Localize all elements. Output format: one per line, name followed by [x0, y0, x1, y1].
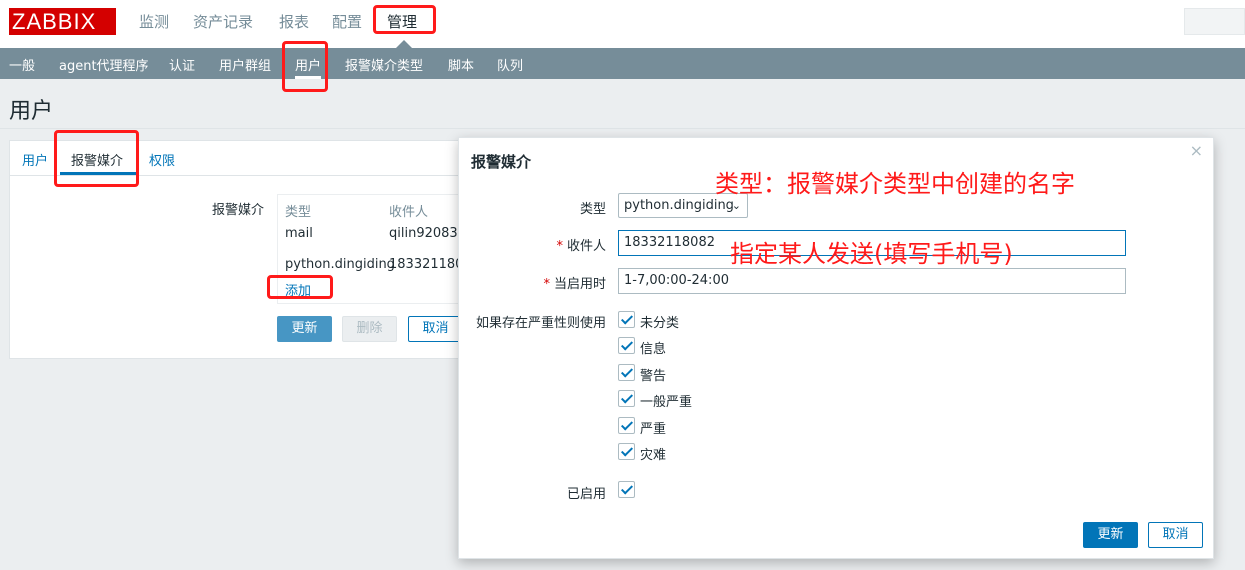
sub-menu: 一般 agent代理程序 认证 用户群组 用户 报警媒介类型 脚本 队列: [0, 48, 1245, 79]
recipient-label-text: 收件人: [566, 239, 606, 254]
severity-checkbox-information[interactable]: [618, 337, 635, 354]
enabled-checkbox[interactable]: [618, 481, 635, 498]
top-bar: ZABBIX 监测 资产记录 报表 配置 管理: [0, 0, 1245, 48]
severity-label-not-classified: 未分类: [640, 316, 680, 331]
severity-label: 如果存在严重性则使用: [475, 316, 606, 331]
title-divider: [0, 128, 1245, 129]
dialog-update-button[interactable]: 更新: [1083, 522, 1138, 548]
severity-checkbox-average[interactable]: [618, 390, 635, 407]
type-select-value: python.dingiding: [624, 198, 734, 213]
active-period-input[interactable]: 1-7,00:00-24:00: [618, 268, 1126, 294]
page-title: 用户: [9, 99, 54, 124]
severity-label-average: 一般严重: [640, 395, 693, 410]
dialog-cancel-button[interactable]: 取消: [1148, 522, 1203, 548]
severity-label-high: 严重: [640, 422, 667, 437]
cancel-button[interactable]: 取消: [408, 316, 463, 342]
top-menu-reports[interactable]: 报表: [279, 11, 309, 32]
highlight-add-link: [267, 275, 333, 299]
delete-button: 删除: [342, 316, 397, 342]
column-header-recipient: 收件人: [389, 205, 429, 220]
severity-checkbox-warning[interactable]: [618, 364, 635, 381]
type-label: 类型: [579, 202, 606, 217]
media-row-type: mail: [285, 226, 313, 241]
required-marker: *: [543, 277, 550, 292]
search-box[interactable]: [1184, 8, 1245, 35]
active-menu-caret: [396, 40, 412, 48]
highlight-media-tab: [54, 130, 139, 187]
media-dialog: 报警媒介 × 类型 python.dingiding ⌄ * 收件人 183321…: [458, 137, 1214, 559]
media-row-recipient: qilin920834: [389, 226, 466, 241]
media-row-type: python.dingiding: [285, 257, 395, 272]
sub-menu-queue[interactable]: 队列: [497, 55, 523, 74]
column-header-type: 类型: [285, 205, 312, 220]
top-menu-inventory[interactable]: 资产记录: [193, 11, 253, 32]
severity-checkbox-not-classified[interactable]: [618, 311, 635, 328]
severity-checkbox-disaster[interactable]: [618, 443, 635, 460]
required-marker: *: [556, 239, 563, 254]
sub-menu-proxies[interactable]: agent代理程序: [59, 55, 149, 74]
severity-label-information: 信息: [640, 342, 667, 357]
recipient-annotation: 指定某人发送(填写手机号): [730, 240, 1013, 268]
highlight-administration: [373, 5, 436, 34]
highlight-users: [282, 41, 328, 92]
update-button[interactable]: 更新: [277, 316, 332, 342]
recipient-label: * 收件人: [556, 235, 606, 254]
dialog-title: 报警媒介: [471, 153, 532, 171]
media-label: 报警媒介: [212, 203, 265, 218]
active-period-label-text: 当启用时: [553, 277, 606, 292]
sub-menu-scripts[interactable]: 脚本: [448, 55, 474, 74]
tab-user[interactable]: 用户: [22, 150, 48, 169]
sub-menu-authentication[interactable]: 认证: [169, 55, 195, 74]
severity-label-disaster: 灾难: [640, 448, 667, 463]
close-icon[interactable]: ×: [1190, 141, 1203, 160]
severity-checkbox-high[interactable]: [618, 417, 635, 434]
enabled-label: 已启用: [566, 487, 606, 502]
active-period-label: * 当启用时: [543, 273, 606, 292]
top-menu-monitoring[interactable]: 监测: [139, 11, 169, 32]
sub-menu-user-groups[interactable]: 用户群组: [219, 55, 271, 74]
severity-label-warning: 警告: [640, 369, 667, 384]
type-annotation: 类型：报警媒介类型中创建的名字: [715, 170, 1075, 198]
sub-menu-media-types[interactable]: 报警媒介类型: [345, 55, 423, 74]
tab-permissions[interactable]: 权限: [149, 150, 175, 169]
top-menu-configuration[interactable]: 配置: [332, 11, 362, 32]
sub-menu-general[interactable]: 一般: [9, 55, 35, 74]
zabbix-logo[interactable]: ZABBIX: [9, 8, 116, 35]
